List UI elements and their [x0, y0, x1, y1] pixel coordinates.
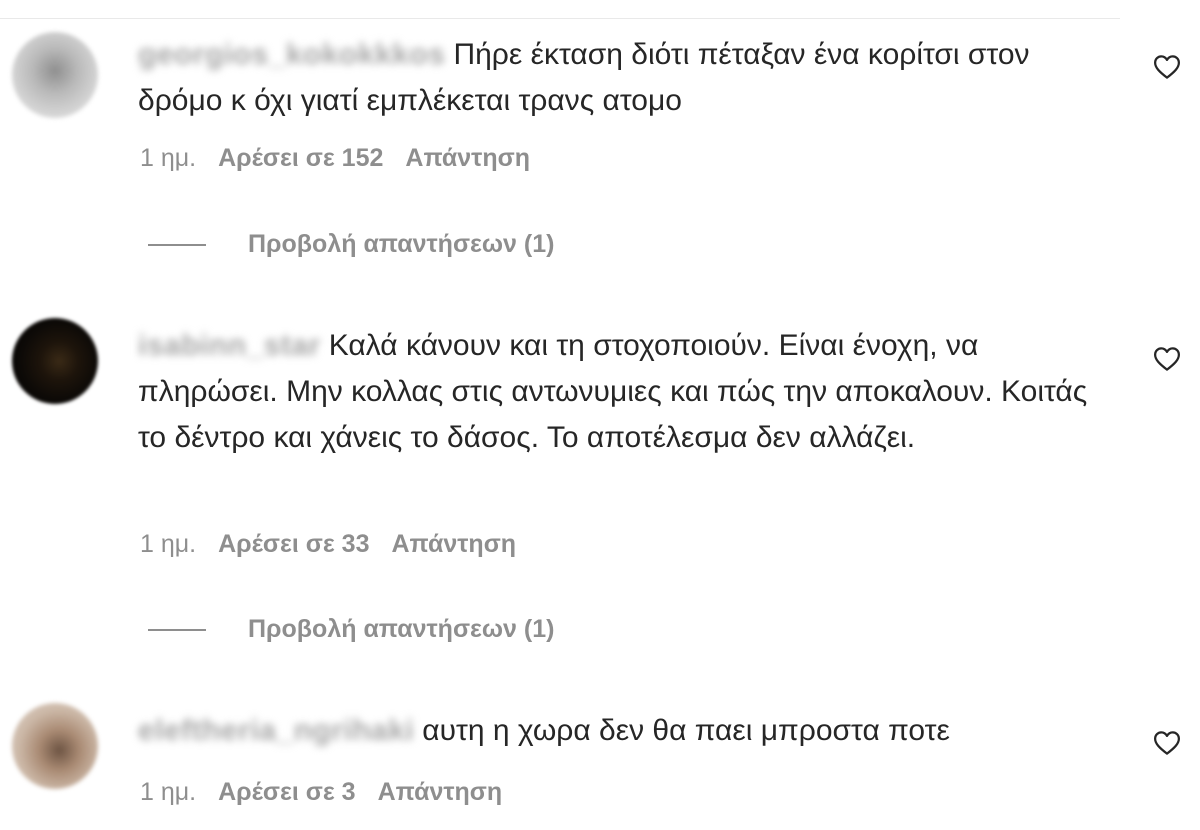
view-replies-label: Προβολή απαντήσεων (1): [248, 615, 555, 643]
comment-time[interactable]: 1 ημ.: [140, 530, 196, 559]
reply-button[interactable]: Απάντηση: [392, 530, 517, 559]
top-divider: [0, 0, 1120, 19]
heart-icon[interactable]: [1152, 52, 1182, 82]
comment-likes[interactable]: Αρέσει σε 3: [218, 778, 355, 807]
comment-time[interactable]: 1 ημ.: [140, 778, 196, 807]
comment-text: αυτη η χωρα δεν θα παει μπροστα ποτε: [422, 714, 950, 747]
comment-likes[interactable]: Αρέσει σε 33: [218, 530, 369, 559]
comment-username[interactable]: isabinn_star: [138, 323, 321, 369]
comment-meta: 1 ημ. Αρέσει σε 3 Απάντηση: [140, 778, 524, 807]
heart-icon[interactable]: [1152, 728, 1182, 758]
comment-likes[interactable]: Αρέσει σε 152: [218, 144, 383, 173]
heart-icon[interactable]: [1152, 344, 1182, 374]
comment-time[interactable]: 1 ημ.: [140, 144, 196, 173]
comment-meta: 1 ημ. Αρέσει σε 33 Απάντηση: [140, 530, 538, 559]
view-replies-label: Προβολή απαντήσεων (1): [248, 230, 555, 258]
reply-button[interactable]: Απάντηση: [378, 778, 503, 807]
replies-divider-line: [148, 629, 206, 632]
comment-text-block: isabinn_star Καλά κάνουν και τη στοχοποιο…: [138, 323, 1108, 461]
comment-text-block: eleftheria_ngrihaki αυτη η χωρα δεν θα πα…: [138, 708, 1108, 754]
view-replies-button[interactable]: Προβολή απαντήσεων (1): [148, 615, 554, 644]
avatar[interactable]: [12, 318, 98, 404]
reply-button[interactable]: Απάντηση: [405, 144, 530, 173]
comment-username[interactable]: eleftheria_ngrihaki: [138, 708, 414, 754]
comment-text-block: georgios_kokokkkos Πήρε έκταση διότι πέτα…: [138, 32, 1108, 124]
comment-meta: 1 ημ. Αρέσει σε 152 Απάντηση: [140, 144, 552, 173]
avatar[interactable]: [12, 32, 98, 118]
view-replies-button[interactable]: Προβολή απαντήσεων (1): [148, 230, 554, 259]
comment-username[interactable]: georgios_kokokkkos: [138, 32, 445, 78]
avatar[interactable]: [12, 703, 98, 789]
replies-divider-line: [148, 244, 206, 247]
